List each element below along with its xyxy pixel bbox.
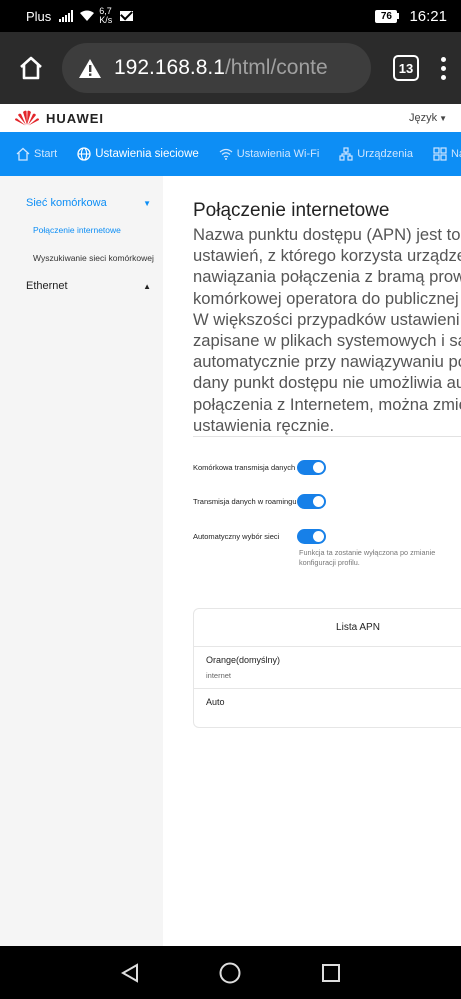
nav-start[interactable]: Start [16, 147, 57, 161]
toggle-label: Automatyczny wybór sieci [193, 531, 280, 541]
warning-icon[interactable] [78, 58, 102, 79]
sidebar-item-label: Sieć komórkowa [26, 197, 107, 209]
battery-icon: 76 [375, 9, 400, 23]
description-line: W większości przypadków ustawieni [193, 309, 460, 329]
mail-icon [120, 11, 134, 21]
huawei-flower-icon [15, 110, 39, 126]
overflow-menu-icon[interactable] [441, 56, 447, 80]
globe-icon [77, 147, 91, 161]
home-button[interactable] [14, 51, 48, 85]
tools-icon [433, 147, 447, 161]
page-description: Nazwa punktu dostępu (APN) jest to ustaw… [193, 224, 461, 436]
caret-up-icon: ▲ [143, 281, 151, 291]
signal-icon [59, 10, 74, 22]
nav-label: Ustawienia sieciowe [95, 148, 199, 160]
description-line: komórkowej operatora do publicznej [193, 288, 459, 308]
main-nav: Start Ustawienia sieciowe Ustawienia Wi-… [0, 132, 461, 176]
wifi-status-icon [80, 10, 95, 21]
apn-list-card: Lista APN Orange(domyślny) internet Auto [193, 608, 461, 728]
site-header: HUAWEI Język ▼ [0, 104, 461, 132]
apn-item-auto[interactable]: Auto [194, 689, 461, 715]
description-line: nawiązania połączenia z bramą prow [193, 267, 461, 287]
toggle-label: Transmisja danych w roamingu [193, 496, 297, 506]
toggle-row-roaming: Transmisja danych w roamingu [193, 494, 461, 509]
apn-sub: internet [206, 671, 232, 680]
main-content: Połączenie internetowe Nazwa punktu dost… [163, 176, 461, 946]
browser-toolbar: 192.168.8.1/html/conte 13 [0, 32, 461, 104]
nav-network-settings[interactable]: Ustawienia sieciowe [77, 147, 199, 161]
network-speed: 6,7 K/s [99, 7, 112, 25]
nav-label: Narzędzia [450, 148, 461, 160]
mobile-data-toggle[interactable] [297, 460, 326, 475]
nav-label: Start [34, 148, 58, 160]
toggle-row-auto-network: Automatyczny wybór sieci [193, 529, 461, 544]
auto-network-toggle[interactable] [297, 529, 326, 544]
nav-tools[interactable]: Narzędzia [433, 147, 461, 161]
apn-list-header: Lista APN [194, 609, 461, 647]
sidebar-item-ethernet[interactable]: Ethernet ▲ [0, 279, 163, 293]
wifi-icon [219, 148, 233, 160]
toggle-note: Funkcja ta zostanie wyłączona po zmianie… [299, 548, 436, 567]
logo-text: HUAWEI [46, 110, 104, 126]
sidebar-item-mobile-network[interactable]: Sieć komórkowa ▼ [0, 196, 163, 210]
caret-down-icon: ▼ [143, 198, 151, 208]
nav-label: Ustawienia Wi-Fi [236, 148, 320, 160]
android-nav-bar [0, 946, 461, 999]
sidebar-item-internet-connection[interactable]: Połączenie internetowe [0, 225, 163, 235]
description-line: Nazwa punktu dostępu (APN) jest to [193, 225, 461, 244]
home-icon [16, 147, 30, 161]
sidebar-item-label: Ethernet [26, 280, 68, 292]
url-path: /html/conte [224, 56, 328, 79]
back-icon[interactable] [119, 962, 141, 984]
description-line: ustawień, z którego korzysta urządze [193, 246, 461, 266]
nav-devices[interactable]: Urządzenia [339, 147, 413, 161]
description-line: automatycznie przy nawiązywaniu po [193, 352, 461, 372]
page-title: Połączenie internetowe [193, 200, 390, 221]
apn-item-orange[interactable]: Orange(domyślny) internet [194, 647, 461, 689]
url-text[interactable]: 192.168.8.1/html/conte [114, 56, 328, 80]
apn-name: Auto [206, 697, 225, 707]
description-line: dany punkt dostępu nie umożliwia au [193, 373, 461, 393]
sidebar: Sieć komórkowa ▼ Połączenie internetowe … [0, 176, 163, 946]
home-circle-icon[interactable] [218, 961, 242, 985]
devices-icon [339, 147, 353, 161]
nav-wifi-settings[interactable]: Ustawienia Wi-Fi [219, 148, 320, 160]
clock: 16:21 [409, 7, 447, 25]
description-line: ustawienia ręcznie. [193, 415, 335, 435]
home-icon [20, 56, 42, 80]
nav-label: Urządzenia [357, 148, 413, 160]
apn-name: Orange(domyślny) [206, 655, 281, 665]
toggle-row-mobile-data: Komórkowa transmisja danych [193, 460, 461, 475]
carrier-label: Plus [26, 8, 52, 24]
sidebar-item-network-search[interactable]: Wyszukiwanie sieci komórkowej [0, 253, 163, 263]
status-bar: Plus 6,7 K/s 76 16:21 [0, 0, 461, 32]
language-label: Język [408, 112, 438, 124]
description-line: połączenia z Internetem, można zmie [193, 394, 461, 414]
url-host: 192.168.8.1 [114, 56, 225, 79]
caret-down-icon: ▼ [439, 114, 447, 123]
roaming-toggle[interactable] [297, 494, 326, 509]
toggle-label: Komórkowa transmisja danych [193, 462, 296, 472]
recents-icon[interactable] [320, 962, 342, 984]
tabs-button[interactable]: 13 [393, 55, 419, 81]
huawei-logo: HUAWEI [14, 110, 104, 126]
divider [193, 436, 461, 437]
url-bar[interactable]: 192.168.8.1/html/conte [62, 43, 371, 93]
battery-level: 76 [375, 9, 398, 23]
description-line: zapisane w plikach systemowych i sa [193, 331, 461, 351]
speed-unit: K/s [99, 15, 113, 25]
language-dropdown[interactable]: Język ▼ [409, 112, 447, 124]
